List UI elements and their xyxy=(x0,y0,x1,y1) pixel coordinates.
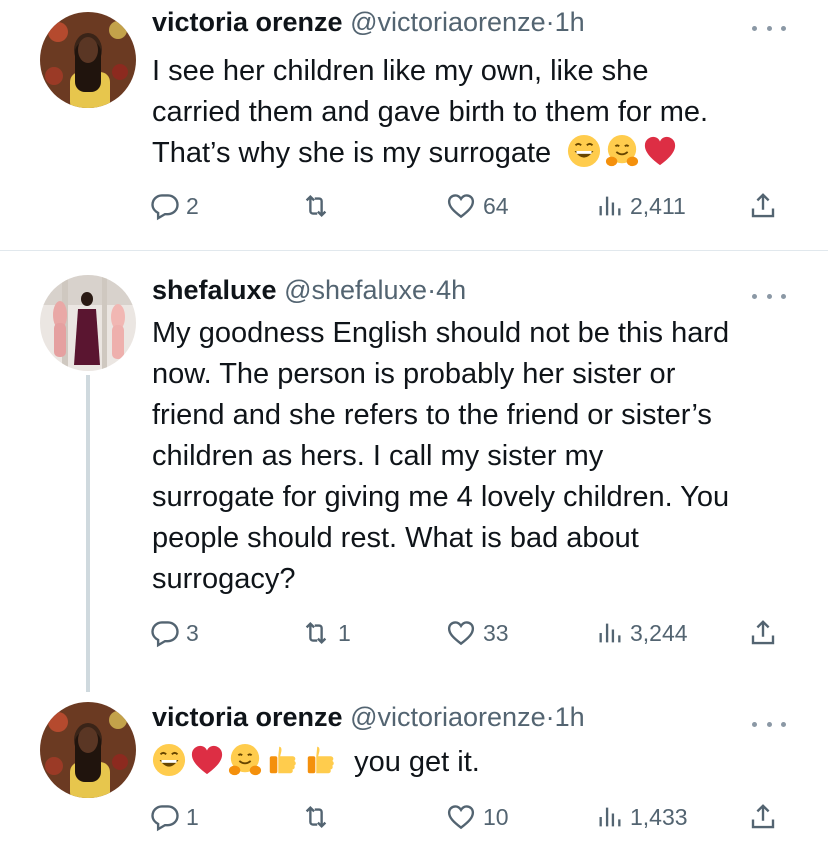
like-button[interactable]: 33 xyxy=(445,613,509,653)
heart-icon xyxy=(447,194,475,219)
reply-icon xyxy=(151,805,179,832)
like-count: 33 xyxy=(483,619,509,646)
hugging-face-emoji xyxy=(228,743,262,777)
retweet-icon xyxy=(305,621,327,645)
views-icon xyxy=(599,807,621,827)
timestamp[interactable]: 1h xyxy=(555,702,585,732)
red-heart-emoji xyxy=(190,743,224,777)
tweet-text: I see her children like my own, like she… xyxy=(152,51,802,174)
reply-icon xyxy=(151,194,179,221)
tweet-text-content: you get it. xyxy=(354,746,480,778)
tweet-actions: 1 10 1,433 xyxy=(150,797,790,837)
tweet-text-line: children as hers. I call my sister my xyxy=(152,440,604,472)
like-button[interactable]: 10 xyxy=(445,797,509,837)
more-options-icon[interactable] xyxy=(752,714,786,734)
reply-button[interactable]: 2 xyxy=(150,186,199,226)
retweet-icon xyxy=(305,194,327,218)
view-count: 1,433 xyxy=(630,803,688,830)
tweet-text-line: carried them and gave birth to them for … xyxy=(152,96,709,128)
grinning-face-emoji xyxy=(152,743,186,777)
tweet-header: shefaluxe @shefaluxe·4h xyxy=(152,273,466,307)
tweet-header: victoria orenze @victoriaorenze·1h xyxy=(152,700,585,734)
reply-count: 2 xyxy=(186,192,199,219)
user-handle[interactable]: @victoriaorenze xyxy=(350,702,546,732)
tweet-text-line: surrogate for giving me 4 lovely childre… xyxy=(152,481,730,513)
tweet-text-line: That’s why she is my surrogate xyxy=(152,133,802,174)
like-button[interactable]: 64 xyxy=(445,186,509,226)
tweet-text-line: people should rest. What is bad about xyxy=(152,522,639,554)
heart-icon xyxy=(447,621,475,646)
tweet-header: victoria orenze @victoriaorenze·1h xyxy=(152,5,585,39)
tweet-text-line-content: That’s why she is my surrogate xyxy=(152,137,552,169)
display-name[interactable]: victoria orenze xyxy=(152,702,343,732)
separator-dot: · xyxy=(545,7,555,37)
reply-count: 3 xyxy=(186,619,199,646)
tweet-text: you get it. xyxy=(152,742,802,783)
retweet-button[interactable] xyxy=(300,797,338,837)
thread-line xyxy=(86,375,90,692)
thumbs-up-emoji xyxy=(266,743,300,777)
separator-dot: · xyxy=(427,275,437,305)
timestamp[interactable]: 1h xyxy=(555,7,585,37)
share-icon xyxy=(751,620,775,645)
like-count: 10 xyxy=(483,803,509,830)
retweet-button[interactable]: 1 xyxy=(300,613,351,653)
retweet-icon xyxy=(305,805,327,829)
timestamp[interactable]: 4h xyxy=(436,275,466,305)
reply-icon xyxy=(151,621,179,648)
views-icon xyxy=(599,623,621,643)
tweet-text-line: My goodness English should not be this h… xyxy=(152,317,730,349)
tweet-3[interactable]: victoria orenze @victoriaorenze·1h you g… xyxy=(0,692,828,863)
hugging-face-emoji xyxy=(605,134,639,168)
tweet-actions: 3 1 33 3,244 xyxy=(150,613,790,653)
tweet-text-line: you get it. xyxy=(152,742,802,783)
view-count: 2,411 xyxy=(630,192,686,219)
heart-icon xyxy=(447,805,475,830)
reply-count: 1 xyxy=(186,803,199,830)
share-button[interactable] xyxy=(748,186,778,226)
views-icon xyxy=(599,196,621,216)
tweet-text-line: I see her children like my own, like she xyxy=(152,55,649,87)
view-count: 3,244 xyxy=(630,619,688,646)
views-button[interactable]: 1,433 xyxy=(596,797,688,837)
display-name[interactable]: victoria orenze xyxy=(152,7,343,37)
share-icon xyxy=(751,804,775,829)
tweet-actions: 2 64 2,411 xyxy=(150,186,790,226)
views-button[interactable]: 3,244 xyxy=(596,613,688,653)
avatar[interactable] xyxy=(40,702,136,798)
tweet-2[interactable]: shefaluxe @shefaluxe·4h My goodness Engl… xyxy=(0,251,828,692)
tweet-text-line: friend and she refers to the friend or s… xyxy=(152,399,712,431)
thumbs-up-emoji xyxy=(304,743,338,777)
reply-button[interactable]: 3 xyxy=(150,613,199,653)
tweet-text-line: now. The person is probably her sister o… xyxy=(152,358,676,390)
more-options-icon[interactable] xyxy=(752,286,786,306)
share-button[interactable] xyxy=(748,797,778,837)
views-button[interactable]: 2,411 xyxy=(596,186,686,226)
more-options-icon[interactable] xyxy=(752,18,786,38)
retweet-count: 1 xyxy=(338,619,351,646)
share-button[interactable] xyxy=(748,613,778,653)
red-heart-emoji xyxy=(643,134,677,168)
user-handle[interactable]: @shefaluxe xyxy=(284,275,427,305)
avatar[interactable] xyxy=(40,275,136,371)
avatar[interactable] xyxy=(40,12,136,108)
grinning-face-emoji xyxy=(567,134,601,168)
display-name[interactable]: shefaluxe xyxy=(152,275,277,305)
reply-button[interactable]: 1 xyxy=(150,797,199,837)
user-handle[interactable]: @victoriaorenze xyxy=(350,7,546,37)
tweet-text-line: surrogacy? xyxy=(152,563,296,595)
share-icon xyxy=(751,193,775,218)
tweet-1[interactable]: victoria orenze @victoriaorenze·1h I see… xyxy=(0,0,828,250)
separator-dot: · xyxy=(545,702,555,732)
retweet-button[interactable] xyxy=(300,186,338,226)
tweet-text: My goodness English should not be this h… xyxy=(152,313,812,600)
like-count: 64 xyxy=(483,192,509,219)
